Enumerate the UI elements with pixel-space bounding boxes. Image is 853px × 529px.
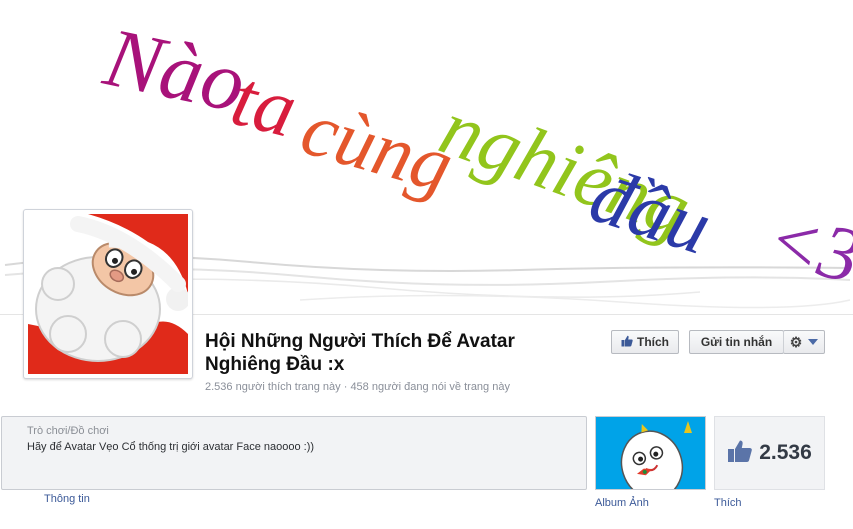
profile-avatar[interactable] — [23, 209, 193, 379]
about-box[interactable]: Trò chơi/Đồ chơi Hãy để Avatar Vẹo Cổ th… — [1, 416, 587, 490]
chevron-down-icon — [808, 339, 819, 345]
santa-avatar-image — [28, 214, 188, 374]
likes-count: 2.536 — [759, 441, 812, 464]
cover-word-6: <3 — [760, 193, 853, 300]
thumbs-up-icon — [621, 335, 633, 350]
page-category: Trò chơi/Đồ chơi — [27, 425, 109, 437]
cover-word-5: đầu — [580, 151, 721, 272]
send-message-label: Gửi tin nhắn — [700, 335, 773, 349]
album-link[interactable]: Album Ảnh — [595, 497, 649, 509]
album-thumbnail-image — [596, 417, 705, 489]
like-button-label: Thích — [637, 335, 669, 349]
page-description: Hãy để Avatar Vẹo Cổ thống trị giới avat… — [27, 441, 315, 453]
likes-link[interactable]: Thích — [714, 497, 742, 509]
photo-album-tile[interactable] — [595, 416, 706, 490]
page-options-dropdown[interactable]: ⚙ — [783, 330, 825, 354]
about-link[interactable]: Thông tin — [44, 493, 90, 505]
send-message-button[interactable]: Gửi tin nhắn — [689, 330, 784, 354]
page-stats: 2.536 người thích trang này · 458 người … — [205, 381, 510, 393]
thumbs-up-icon — [727, 439, 753, 468]
page-title: Hội Những Người Thích Để Avatar Nghiêng … — [205, 331, 515, 375]
like-button[interactable]: Thích — [611, 330, 679, 354]
likes-tile[interactable]: 2.536 — [714, 416, 825, 490]
gear-icon: ⚙ — [789, 333, 803, 350]
facebook-page: Nào ta cùng nghiêng đầu <3 Hội Những Ngư… — [0, 0, 853, 529]
